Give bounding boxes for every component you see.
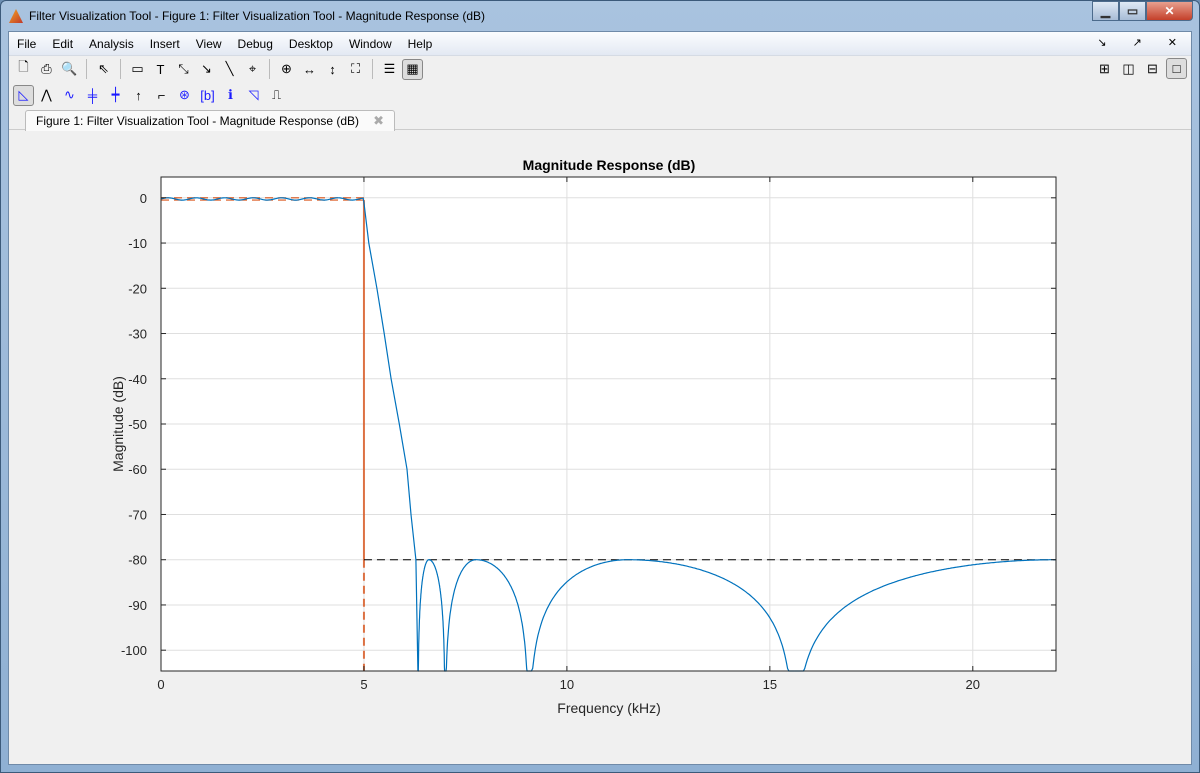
y-tick-label: -60 <box>128 462 147 477</box>
y-tick-label: -50 <box>128 417 147 432</box>
x-tick-label: 10 <box>560 677 574 692</box>
x-tick-label: 15 <box>763 677 777 692</box>
y-tick-label: -80 <box>128 553 147 568</box>
x-tick-label: 0 <box>157 677 164 692</box>
y-tick-label: -100 <box>121 643 147 658</box>
y-tick-label: -40 <box>128 372 147 387</box>
y-tick-label: 0 <box>140 191 147 206</box>
magnitude-response-chart: 0 5 10 15 20 0 -10 -20 -30 -40 -50 -60 -70 -80 -90 -100… <box>110 157 1057 716</box>
y-tick-label: -70 <box>128 507 147 522</box>
x-tick-label: 5 <box>360 677 367 692</box>
y-tick-label: -20 <box>128 281 147 296</box>
chart-title: Magnitude Response (dB) <box>523 157 696 173</box>
y-axis-label: Magnitude (dB) <box>110 376 126 472</box>
y-tick-label: -10 <box>128 236 147 251</box>
x-axis-label: Frequency (kHz) <box>557 700 660 716</box>
y-tick-label: -90 <box>128 598 147 613</box>
x-tick-label: 20 <box>966 677 980 692</box>
y-tick-label: -30 <box>128 327 147 342</box>
